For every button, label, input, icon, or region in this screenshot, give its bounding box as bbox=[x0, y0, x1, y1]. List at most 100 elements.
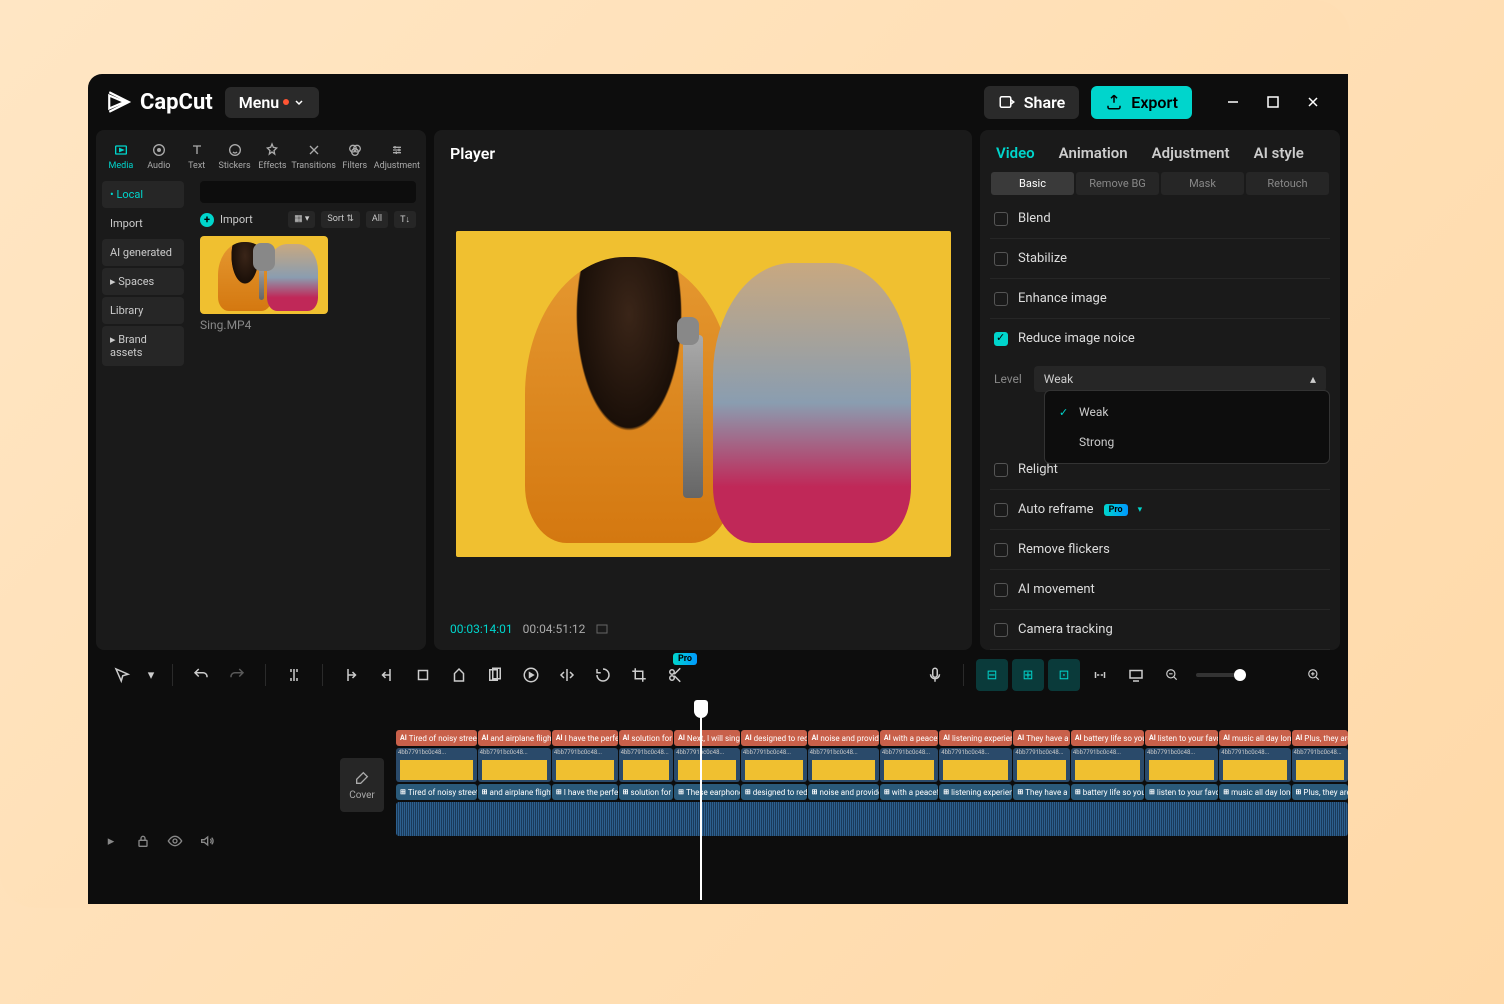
caption-clip[interactable]: AI solution for you bbox=[619, 730, 674, 746]
player-preview[interactable] bbox=[456, 231, 951, 557]
subtab-removebg[interactable]: Remove BG bbox=[1076, 172, 1159, 195]
aspect-icon[interactable] bbox=[595, 622, 609, 636]
rotate-button[interactable] bbox=[587, 659, 619, 691]
mic-button[interactable] bbox=[919, 659, 951, 691]
tab-effects[interactable]: Effects bbox=[254, 140, 292, 173]
prop-blend[interactable]: Blend bbox=[990, 199, 1330, 239]
sidebar-item-brand[interactable]: ▸ Brand assets bbox=[102, 326, 184, 366]
caption-clip[interactable]: ⊞ with a peaceful bbox=[880, 784, 938, 800]
sidebar-item-library[interactable]: Library bbox=[102, 297, 184, 324]
caption-clip[interactable]: AI designed to reduc bbox=[741, 730, 807, 746]
caption-clip[interactable]: ⊞ battery life so you c bbox=[1071, 784, 1144, 800]
sidebar-item-spaces[interactable]: ▸ Spaces bbox=[102, 268, 184, 295]
caption-clip[interactable]: ⊞ These earphones ar bbox=[674, 784, 740, 800]
media-thumbnail[interactable]: Sing.MP4 bbox=[200, 236, 328, 332]
caption-clip[interactable]: ⊞ and airplane flights? bbox=[478, 784, 551, 800]
subtab-mask[interactable]: Mask bbox=[1161, 172, 1244, 195]
tab-transitions[interactable]: Transitions bbox=[291, 140, 336, 173]
caption-clip[interactable]: ⊞ listen to your favori bbox=[1145, 784, 1218, 800]
tab-adjustment-props[interactable]: Adjustment bbox=[1152, 144, 1230, 162]
undo-button[interactable] bbox=[185, 659, 217, 691]
maximize-button[interactable] bbox=[1264, 93, 1282, 111]
caption-clip[interactable]: ⊞ Plus, they are lig bbox=[1292, 784, 1348, 800]
caption-clip[interactable]: ⊞ Tired of noisy streets bbox=[396, 784, 477, 800]
sort-button[interactable]: Sort ⇅ bbox=[321, 211, 359, 228]
menu-button[interactable]: Menu bbox=[225, 87, 319, 118]
minimize-button[interactable] bbox=[1224, 93, 1242, 111]
video-clip[interactable]: 4bb7791bc0c48... bbox=[880, 748, 938, 782]
marker-button[interactable] bbox=[443, 659, 475, 691]
caption-track-1[interactable]: AI Tired of noisy streetsAI and airplane… bbox=[338, 730, 1348, 746]
mute-button[interactable] bbox=[196, 830, 218, 852]
tab-text[interactable]: Text bbox=[178, 140, 216, 173]
caption-clip[interactable]: ⊞ solution for you bbox=[619, 784, 674, 800]
sidebar-item-import[interactable]: Import bbox=[102, 210, 184, 237]
prop-reducenoise[interactable]: Reduce image noice bbox=[990, 319, 1330, 358]
subtab-basic[interactable]: Basic bbox=[991, 172, 1074, 195]
caption-clip[interactable]: AI Plus, they are lig bbox=[1292, 730, 1348, 746]
play-button[interactable] bbox=[515, 659, 547, 691]
caption-clip[interactable]: ⊞ They have a long bbox=[1013, 784, 1069, 800]
caption-clip[interactable]: AI Tired of noisy streets bbox=[396, 730, 477, 746]
caption-clip[interactable]: ⊞ listening experienc bbox=[939, 784, 1012, 800]
prop-removeflickers[interactable]: Remove flickers bbox=[990, 530, 1330, 570]
video-clip[interactable]: 4bb7791bc0c48... bbox=[1145, 748, 1218, 782]
split-button[interactable] bbox=[278, 659, 310, 691]
import-button[interactable]: +Import bbox=[200, 213, 253, 227]
caption-clip[interactable]: ⊞ noise and provide y bbox=[808, 784, 879, 800]
track-toggle-button[interactable]: ▸ bbox=[100, 830, 122, 852]
redo-button[interactable] bbox=[221, 659, 253, 691]
prop-aimovement[interactable]: AI movement bbox=[990, 570, 1330, 610]
preview-button[interactable] bbox=[1120, 659, 1152, 691]
video-clip[interactable]: 4bb7791bc0c48... bbox=[1071, 748, 1144, 782]
view-toggle[interactable]: ▦ ▾ bbox=[288, 211, 315, 228]
tab-audio[interactable]: Audio bbox=[140, 140, 178, 173]
video-clip[interactable]: 4bb7791bc0c48... bbox=[939, 748, 1012, 782]
caption-clip[interactable]: AI battery life so you c bbox=[1071, 730, 1144, 746]
dropdown-strong[interactable]: Strong bbox=[1045, 427, 1329, 457]
tab-media[interactable]: Media bbox=[102, 140, 140, 173]
magnet-track-button[interactable]: ⊞ bbox=[1012, 659, 1044, 691]
select-tool[interactable] bbox=[106, 659, 138, 691]
dropdown-weak[interactable]: ✓Weak bbox=[1045, 397, 1329, 427]
delete-button[interactable] bbox=[407, 659, 439, 691]
video-clip[interactable]: 4bb7791bc0c48... bbox=[478, 748, 551, 782]
caption-clip[interactable]: AI music all day long bbox=[1219, 730, 1290, 746]
caption-clip[interactable]: AI Next, I will sing a so bbox=[674, 730, 740, 746]
trim-right-button[interactable] bbox=[371, 659, 403, 691]
video-clip[interactable]: 4bb7791bc0c48... bbox=[741, 748, 807, 782]
playhead[interactable] bbox=[700, 700, 702, 900]
mirror-button[interactable] bbox=[551, 659, 583, 691]
video-clip[interactable]: 4bb7791bc0c48... bbox=[808, 748, 879, 782]
magnet-link-button[interactable]: ⊡ bbox=[1048, 659, 1080, 691]
video-track[interactable]: 4bb7791bc0c48...4bb7791bc0c48...4bb7791b… bbox=[338, 748, 1348, 782]
tab-stickers[interactable]: Stickers bbox=[216, 140, 254, 173]
prop-autoreframe[interactable]: Auto reframePro▾ bbox=[990, 490, 1330, 530]
caption-clip[interactable]: AI listen to your favori bbox=[1145, 730, 1218, 746]
tab-filters[interactable]: Filters bbox=[336, 140, 374, 173]
video-clip[interactable]: 4bb7791bc0c48... bbox=[552, 748, 618, 782]
subtab-retouch[interactable]: Retouch bbox=[1246, 172, 1329, 195]
caption-clip[interactable]: AI They have a long bbox=[1013, 730, 1069, 746]
snap-button[interactable] bbox=[1084, 659, 1116, 691]
sidebar-item-local[interactable]: • Local bbox=[102, 181, 184, 208]
audio-track[interactable] bbox=[338, 802, 1348, 836]
share-button[interactable]: Share bbox=[984, 86, 1080, 119]
level-select[interactable]: Weak▴ bbox=[1034, 366, 1326, 392]
caption-clip[interactable]: AI listening experienc bbox=[939, 730, 1012, 746]
caption-clip[interactable]: AI with a peaceful bbox=[880, 730, 938, 746]
caption-clip[interactable]: AI noise and provide bbox=[808, 730, 879, 746]
sidebar-item-ai[interactable]: AI generated bbox=[102, 239, 184, 266]
close-button[interactable] bbox=[1304, 93, 1322, 111]
caption-clip[interactable]: ⊞ music all day long bbox=[1219, 784, 1290, 800]
search-bar[interactable] bbox=[200, 181, 416, 203]
zoom-out-button[interactable] bbox=[1156, 659, 1188, 691]
prop-stabilize[interactable]: Stabilize bbox=[990, 239, 1330, 279]
video-clip[interactable]: 4bb7791bc0c48... bbox=[674, 748, 740, 782]
smart-tools-button[interactable]: Pro bbox=[659, 659, 691, 691]
caption-clip[interactable]: ⊞ designed to reduce bbox=[741, 784, 807, 800]
crop-button[interactable] bbox=[623, 659, 655, 691]
lock-button[interactable] bbox=[132, 830, 154, 852]
magnet-main-button[interactable]: ⊟ bbox=[976, 659, 1008, 691]
visibility-button[interactable] bbox=[164, 830, 186, 852]
